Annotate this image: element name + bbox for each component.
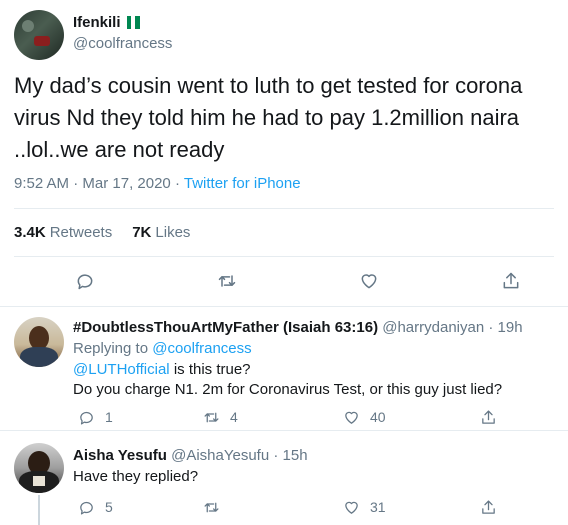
reply-display-name[interactable]: #DoubtlessThouArtMyFather (Isaiah 63:16)	[73, 319, 378, 336]
reply-header: #DoubtlessThouArtMyFather (Isaiah 63:16)…	[73, 319, 523, 336]
tweet-source-link[interactable]: Twitter for iPhone	[184, 175, 301, 192]
like-count: 31	[370, 499, 386, 515]
tweet-text: My dad’s cousin went to luth to get test…	[14, 73, 523, 162]
author-display-name[interactable]: Ifenkili	[73, 14, 121, 31]
reply-tweet[interactable]: Aisha Yesufu @AishaYesufu · 15h Have the…	[0, 431, 568, 525]
avatar-detail	[33, 476, 45, 486]
reply-count: 1	[105, 409, 113, 425]
share-icon	[482, 499, 495, 514]
divider	[14, 208, 554, 209]
author-name-row: Ifenkili	[73, 14, 140, 31]
share-icon	[503, 272, 519, 289]
retweets-stat[interactable]: 3.4K Retweets	[14, 224, 112, 241]
divider	[14, 256, 554, 257]
reply-header: Aisha Yesufu @AishaYesufu · 15h	[73, 447, 308, 464]
share-icon	[482, 409, 495, 424]
retweet-icon	[218, 275, 236, 287]
reply-text: Have they replied?	[73, 468, 199, 485]
reply-count: 5	[105, 499, 113, 515]
reply-time[interactable]: 15h	[283, 447, 308, 464]
reply-button[interactable]: 5	[78, 497, 113, 517]
retweet-button[interactable]	[203, 497, 230, 517]
reply-button[interactable]: 1	[78, 407, 113, 427]
like-count: 40	[370, 409, 386, 425]
replying-to: Replying to @coolfrancess	[73, 340, 252, 357]
like-icon	[345, 411, 358, 424]
avatar-detail	[22, 20, 34, 32]
likes-stat[interactable]: 7K Likes	[132, 224, 190, 241]
tweet-date[interactable]: Mar 17, 2020	[82, 175, 170, 192]
reply-avatar[interactable]	[14, 443, 64, 493]
tweet-actions	[0, 270, 568, 296]
reply-button[interactable]	[74, 270, 96, 292]
reply-handle[interactable]: @AishaYesufu	[171, 447, 269, 464]
reply-time[interactable]: 19h	[498, 319, 523, 336]
author-handle[interactable]: @coolfrancess	[73, 35, 172, 52]
reply-avatar[interactable]	[14, 317, 64, 367]
meta-separator: ·	[273, 447, 279, 464]
replying-to-label: Replying to	[73, 340, 149, 357]
reply-icon	[77, 274, 93, 290]
tweet-stats: 3.4K Retweets 7K Likes	[14, 224, 190, 241]
meta-separator: ·	[174, 175, 180, 192]
like-button[interactable]: 40	[343, 407, 386, 427]
meta-separator: ·	[488, 319, 494, 336]
tweet-meta: 9:52 AM · Mar 17, 2020 · Twitter for iPh…	[14, 175, 301, 192]
retweet-button[interactable]: 4	[203, 407, 238, 427]
retweet-icon	[204, 502, 219, 512]
reply-text: Do you charge N1. 2m for Coronavirus Tes…	[73, 381, 503, 398]
replying-to-link[interactable]: @coolfrancess	[152, 340, 251, 357]
reply-text: is this true?	[173, 361, 251, 378]
retweet-count: 4	[230, 409, 238, 425]
reply-icon	[80, 411, 93, 425]
main-tweet: Ifenkili @coolfrancess My dad’s cousin w…	[0, 0, 568, 307]
reply-display-name[interactable]: Aisha Yesufu	[73, 447, 167, 464]
like-icon	[345, 501, 358, 514]
retweet-icon	[204, 412, 219, 422]
meta-separator: ·	[73, 175, 79, 192]
reply-handle[interactable]: @harrydaniyan	[382, 319, 484, 336]
share-button[interactable]	[480, 407, 497, 427]
mention-link[interactable]: @LUTHofficial	[73, 361, 170, 378]
reply-tweet[interactable]: #DoubtlessThouArtMyFather (Isaiah 63:16)…	[0, 307, 568, 431]
reply-icon	[80, 501, 93, 515]
avatar-detail	[20, 347, 58, 367]
tweet-time[interactable]: 9:52 AM	[14, 175, 69, 192]
thread-connector	[38, 495, 40, 525]
nigeria-flag-icon	[126, 16, 140, 29]
like-button[interactable]: 31	[343, 497, 386, 517]
like-button[interactable]	[358, 270, 380, 292]
retweet-button[interactable]	[216, 270, 238, 292]
share-button[interactable]	[500, 270, 522, 292]
avatar-detail	[34, 36, 50, 46]
like-icon	[361, 274, 377, 289]
author-avatar[interactable]	[14, 10, 64, 60]
share-button[interactable]	[480, 497, 497, 517]
reply-text-line: @LUTHofficial is this true?	[73, 361, 251, 378]
